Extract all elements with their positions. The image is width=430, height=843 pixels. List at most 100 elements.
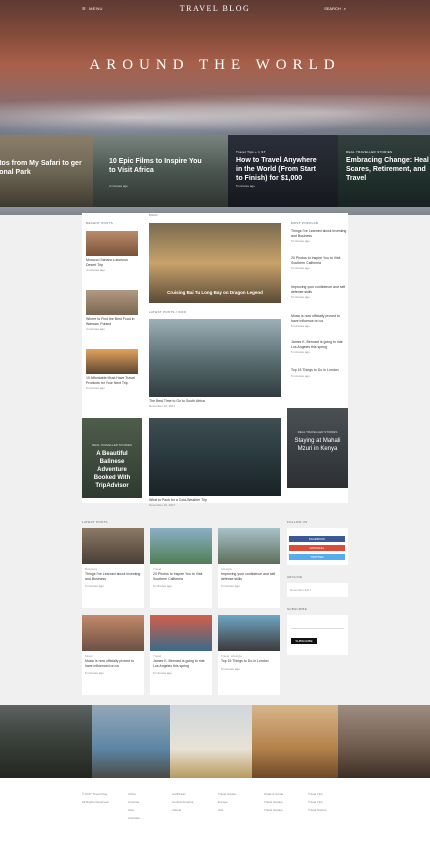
search-button[interactable]: SEARCH ⌕: [324, 6, 346, 11]
slide-meta: 3 minutes ago: [109, 184, 128, 188]
slide-title[interactable]: 10 Epic Films to Inspire You to Visit Af…: [109, 157, 204, 175]
gallery-photo[interactable]: [338, 705, 430, 778]
slide-1[interactable]: Photos from My Safari to ger National Pa…: [0, 135, 93, 207]
latest-post-card[interactable]: Travel, Lifestyle Top 15 Things to Do in…: [218, 615, 280, 695]
featured-story-card[interactable]: REAL TRAVELLER STORIES A Beautiful Balin…: [82, 418, 142, 498]
post-title[interactable]: Improving your confidence and self defen…: [221, 572, 277, 581]
post-title[interactable]: Where to Find the Best Food in Warsaw, P…: [86, 317, 138, 326]
popular-item[interactable]: Improving your confidence and self defen…: [291, 285, 347, 300]
subscribe-box: SUBSCRIBE: [287, 615, 348, 655]
popular-title[interactable]: Music is now officially proved to have i…: [291, 314, 347, 323]
subscribe-button[interactable]: SUBSCRIBE: [291, 638, 317, 644]
featured-tag: REAL TRAVELLER STORIES: [92, 443, 132, 447]
email-field[interactable]: [291, 619, 344, 629]
footer-link[interactable]: Australia: [128, 814, 140, 822]
gallery-photo[interactable]: [92, 705, 170, 778]
footer-link[interactable]: Central America: [172, 798, 193, 806]
post-image[interactable]: [150, 615, 212, 651]
post-image[interactable]: [149, 418, 281, 496]
popular-item[interactable]: 20 Photos to Inspire You to Visit Southe…: [291, 256, 347, 271]
post-image[interactable]: [149, 319, 281, 397]
footer-link[interactable]: Arts: [218, 806, 237, 814]
feature-post-card[interactable]: Cruising Bai Tu Long Bay on Dragon Legen…: [149, 223, 281, 303]
post-card[interactable]: What to Pack for a Cold-Weather Trip Nov…: [149, 418, 281, 507]
footer-link[interactable]: Asia: [128, 806, 140, 814]
footer: © 2017 Travel blog. All Rights Reserved.…: [0, 778, 430, 843]
popular-item[interactable]: Top 15 Things to Do in London 5 minutes a…: [291, 368, 347, 378]
footer-link[interactable]: Travel Guides: [264, 806, 283, 814]
recent-post-item[interactable]: Where to Find the Best Food in Warsaw, P…: [86, 290, 138, 331]
popular-title[interactable]: 20 Photos to Inspire You to Visit Southe…: [291, 256, 347, 265]
footer-link[interactable]: Travel Stories: [308, 806, 326, 814]
footer-link[interactable]: Ireland: [172, 806, 193, 814]
post-title[interactable]: Music is now officially proved to have i…: [85, 659, 141, 668]
gallery-photo[interactable]: [252, 705, 338, 778]
slide-title[interactable]: How to Travel Anywhere in the World (Fro…: [236, 156, 324, 183]
top-bar: ☰ MENU TRAVEL BLOG SEARCH ⌕: [0, 0, 430, 18]
footer-link[interactable]: Africa: [128, 790, 140, 798]
post-caption[interactable]: The Best Time to Go to South Africa: [149, 399, 281, 403]
post-thumbnail[interactable]: [86, 290, 138, 315]
post-image[interactable]: [218, 615, 280, 651]
post-category[interactable]: Travel, Lifestyle: [221, 654, 277, 658]
slide-2[interactable]: 10 Epic Films to Inspire You to Visit Af…: [93, 135, 228, 207]
featured-story-card[interactable]: REAL TRAVELLER STORIES Staying at Mahali…: [287, 408, 348, 488]
popular-title[interactable]: Improving your confidence and self defen…: [291, 285, 347, 294]
footer-link[interactable]: Europe: [218, 798, 237, 806]
latest-post-card[interactable]: Lifestyle Improving your confidence and …: [218, 528, 280, 608]
post-thumbnail[interactable]: [86, 231, 138, 256]
post-caption[interactable]: What to Pack for a Cold-Weather Trip: [149, 498, 281, 502]
featured-title[interactable]: A Beautiful Balinese Adventure Booked Wi…: [86, 450, 138, 490]
post-card[interactable]: The Best Time to Go to South Africa Nove…: [149, 319, 281, 408]
post-title[interactable]: Top 15 Things to Do in London: [221, 659, 277, 664]
facebook-button[interactable]: FACEBOOK: [289, 536, 345, 542]
footer-link[interactable]: Caribbean: [172, 790, 193, 798]
footer-link[interactable]: Travel Guides: [264, 798, 283, 806]
popular-title[interactable]: Things I've Learned about Investing and …: [291, 229, 347, 238]
recent-post-item[interactable]: Morocco Sahara Luxurious Desert Trip 4 m…: [86, 231, 138, 272]
post-thumbnail[interactable]: [86, 349, 138, 374]
post-image[interactable]: [218, 528, 280, 564]
footer-link[interactable]: Travel Tips: [308, 790, 326, 798]
footer-link[interactable]: Travel Tips: [308, 798, 326, 806]
latest-post-card[interactable]: Travel James K. Bernard is going to ride…: [150, 615, 212, 695]
site-logo[interactable]: TRAVEL BLOG: [0, 4, 430, 13]
slide-3[interactable]: Travel Tips + 1 ST How to Travel Anywher…: [228, 135, 338, 207]
post-image[interactable]: [82, 528, 144, 564]
post-meta: 5 minutes ago: [221, 584, 240, 588]
latest-post-card[interactable]: Music Music is now officially proved to …: [82, 615, 144, 695]
popular-item[interactable]: Music is now officially proved to have i…: [291, 314, 347, 329]
post-title[interactable]: 10 Affordable Must-Have Travel Products …: [86, 376, 138, 385]
google-plus-button[interactable]: GOOGLE+: [289, 545, 345, 551]
latest-post-card[interactable]: Travel 20 Photos to Inspire You to Visit…: [150, 528, 212, 608]
footer-link[interactable]: Travel Guides: [218, 790, 237, 798]
post-category[interactable]: Business: [85, 567, 141, 571]
post-title[interactable]: Things I've Learned about Investing and …: [85, 572, 141, 581]
popular-title[interactable]: James K. Bernard is going to ride Los An…: [291, 340, 347, 349]
post-category[interactable]: Lifestyle: [221, 567, 277, 571]
post-title[interactable]: 20 Photos to Inspire You to Visit Southe…: [153, 572, 209, 581]
slide-4[interactable]: REAL TRAVELLER STORIES Embracing Change:…: [338, 135, 430, 207]
feature-post-title[interactable]: Cruising Bai Tu Long Bay on Dragon Legen…: [149, 290, 281, 295]
popular-item[interactable]: James K. Bernard is going to ride Los An…: [291, 340, 347, 355]
twitter-button[interactable]: TWITTER: [289, 554, 345, 560]
footer-link[interactable]: America: [128, 798, 140, 806]
slide-title[interactable]: Photos from My Safari to ger National Pa…: [0, 159, 89, 177]
gallery-photo[interactable]: [0, 705, 92, 778]
post-title[interactable]: James K. Bernard is going to ride Los An…: [153, 659, 209, 668]
slide-title[interactable]: Embracing Change: Heal Scares, Retiremen…: [346, 156, 430, 183]
post-category[interactable]: Travel: [153, 567, 209, 571]
footer-link[interactable]: Student Guide: [264, 790, 283, 798]
featured-title[interactable]: Staying at Mahali Mzuri in Kenya: [291, 437, 344, 453]
gallery-photo[interactable]: [170, 705, 252, 778]
recent-post-item[interactable]: 10 Affordable Must-Have Travel Products …: [86, 349, 138, 390]
popular-item[interactable]: Things I've Learned about Investing and …: [291, 229, 347, 244]
archive-select[interactable]: November 2017: [287, 583, 348, 597]
post-title[interactable]: Morocco Sahara Luxurious Desert Trip: [86, 258, 138, 267]
post-image[interactable]: [82, 615, 144, 651]
post-image[interactable]: [150, 528, 212, 564]
post-category[interactable]: Music: [85, 654, 141, 658]
post-category[interactable]: Travel: [153, 654, 209, 658]
latest-post-card[interactable]: Business Things I've Learned about Inves…: [82, 528, 144, 608]
popular-title[interactable]: Top 15 Things to Do in London: [291, 368, 347, 373]
